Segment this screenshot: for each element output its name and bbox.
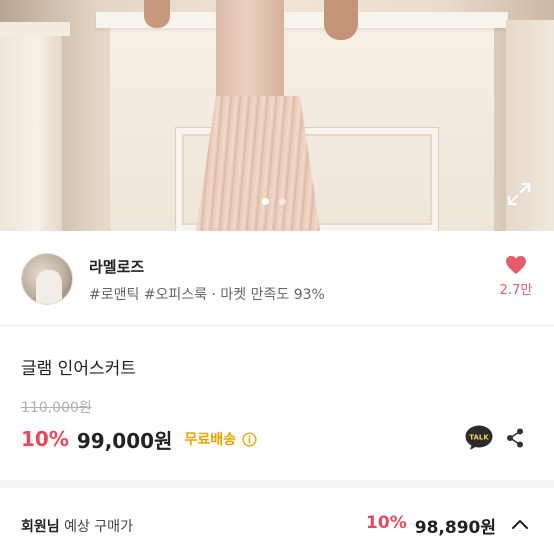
member-label-bold: 회원님 xyxy=(21,519,60,535)
original-price: 110,000원 xyxy=(21,400,92,416)
product-title: 글램 인어스커트 xyxy=(21,359,136,379)
shop-info: 라멜로즈 #로맨틱 #오피스룩 · 마켓 만족도 93% 2.7만 xyxy=(0,231,554,326)
image-pillar-left xyxy=(0,22,70,231)
member-price: 10% 98,890원 xyxy=(366,513,496,538)
chevron-up-icon[interactable] xyxy=(510,517,530,531)
image-hand-right xyxy=(324,0,358,40)
shop-avatar[interactable] xyxy=(21,253,73,305)
shop-name[interactable]: 라멜로즈 xyxy=(89,256,144,277)
expand-icon[interactable] xyxy=(506,181,532,207)
image-hand-left xyxy=(144,0,170,28)
like-count: 2.7만 xyxy=(499,283,533,298)
member-label-rest: 예상 구매가 xyxy=(64,519,133,535)
member-price-row[interactable]: 회원님 예상 구매가 10% 98,890원 xyxy=(0,488,554,554)
kakaotalk-icon[interactable]: TALK xyxy=(465,425,493,451)
image-dress-skirt xyxy=(196,96,320,231)
share-icon[interactable] xyxy=(505,427,525,449)
shop-tags: #로맨틱 #오피스룩 · 마켓 만족도 93% xyxy=(89,287,325,303)
price-row: 10% 99,000원 무료배송 xyxy=(21,424,257,454)
discount-rate: 10% xyxy=(21,427,69,451)
member-discount: 10% xyxy=(366,513,407,533)
sale-price: 99,000원 xyxy=(76,428,173,453)
product-image[interactable] xyxy=(0,0,554,231)
member-price-label: 회원님 예상 구매가 xyxy=(21,516,133,536)
like-button[interactable]: 2.7만 xyxy=(496,255,536,298)
image-dress xyxy=(196,0,320,231)
heart-icon xyxy=(506,255,526,275)
member-price-value: 98,890원 xyxy=(414,518,496,538)
carousel-indicator xyxy=(262,198,286,205)
carousel-dot[interactable] xyxy=(279,198,286,205)
section-divider xyxy=(0,480,554,488)
carousel-dot-active[interactable] xyxy=(262,198,269,205)
info-icon[interactable] xyxy=(242,431,257,447)
free-shipping-label: 무료배송 xyxy=(184,432,236,448)
talk-label: TALK xyxy=(469,434,489,442)
